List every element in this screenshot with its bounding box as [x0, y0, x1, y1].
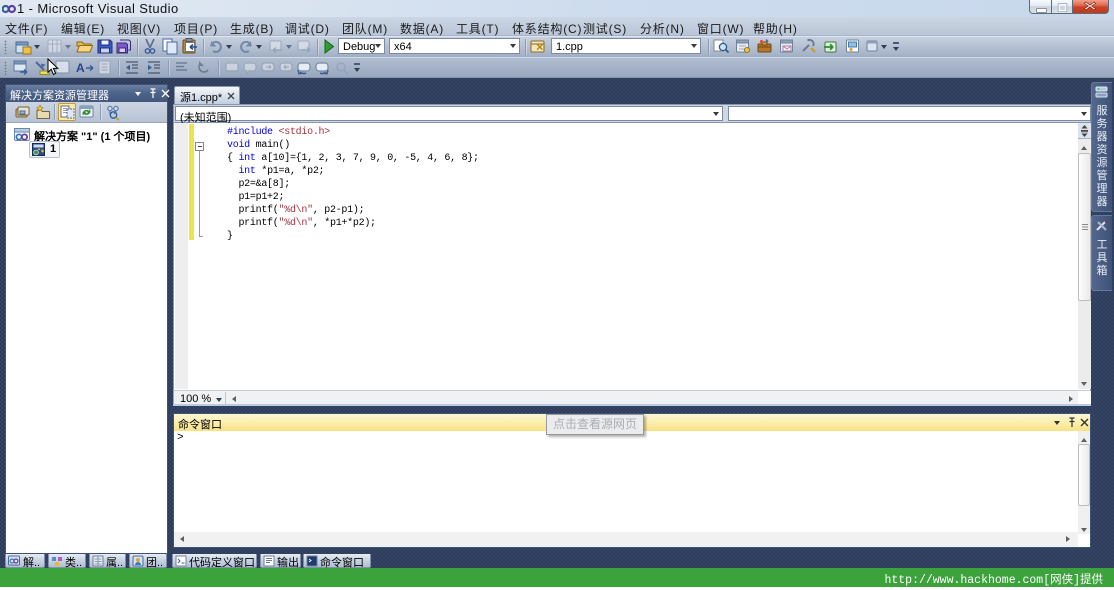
svg-text:A: A	[76, 61, 85, 75]
